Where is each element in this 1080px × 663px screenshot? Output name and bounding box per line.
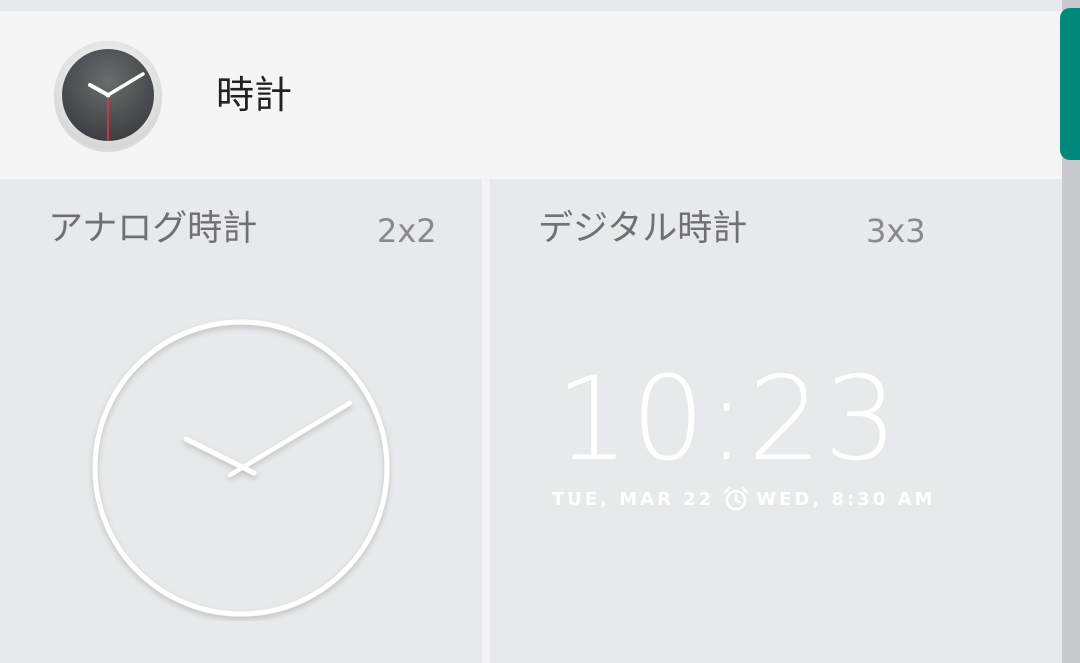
digital-date-row: TUE, MAR 22 WED, 8:30 AM — [552, 485, 935, 513]
widget-name: デジタル時計 — [538, 209, 748, 249]
card-divider — [482, 179, 490, 663]
widget-size: 2x2 — [377, 212, 437, 250]
widget-name: アナログ時計 — [48, 209, 258, 249]
analog-clock-icon — [54, 41, 162, 152]
widget-card-digital-clock[interactable]: デジタル時計 3x3 10:23 TUE, MAR 22 WED, 8:30 A… — [490, 179, 1062, 663]
app-title: 時計 — [216, 73, 293, 117]
analog-clock-preview — [92, 319, 390, 617]
top-strip — [0, 0, 1062, 11]
widget-card-analog-clock[interactable]: アナログ時計 2x2 — [0, 179, 482, 663]
digital-date: TUE, MAR 22 — [552, 488, 715, 510]
scrollbar-thumb[interactable] — [1060, 8, 1080, 160]
app-header: 時計 — [0, 11, 1062, 179]
digital-time: 10:23 — [555, 352, 900, 487]
alarm-time: WED, 8:30 AM — [756, 488, 936, 510]
widget-size: 3x3 — [866, 212, 926, 250]
minute-hand — [227, 400, 353, 478]
alarm-clock-icon — [724, 486, 749, 511]
widget-picker-screen: 時計 アナログ時計 2x2 デジタル時計 3x3 10:23 TUE, MAR … — [0, 0, 1080, 663]
